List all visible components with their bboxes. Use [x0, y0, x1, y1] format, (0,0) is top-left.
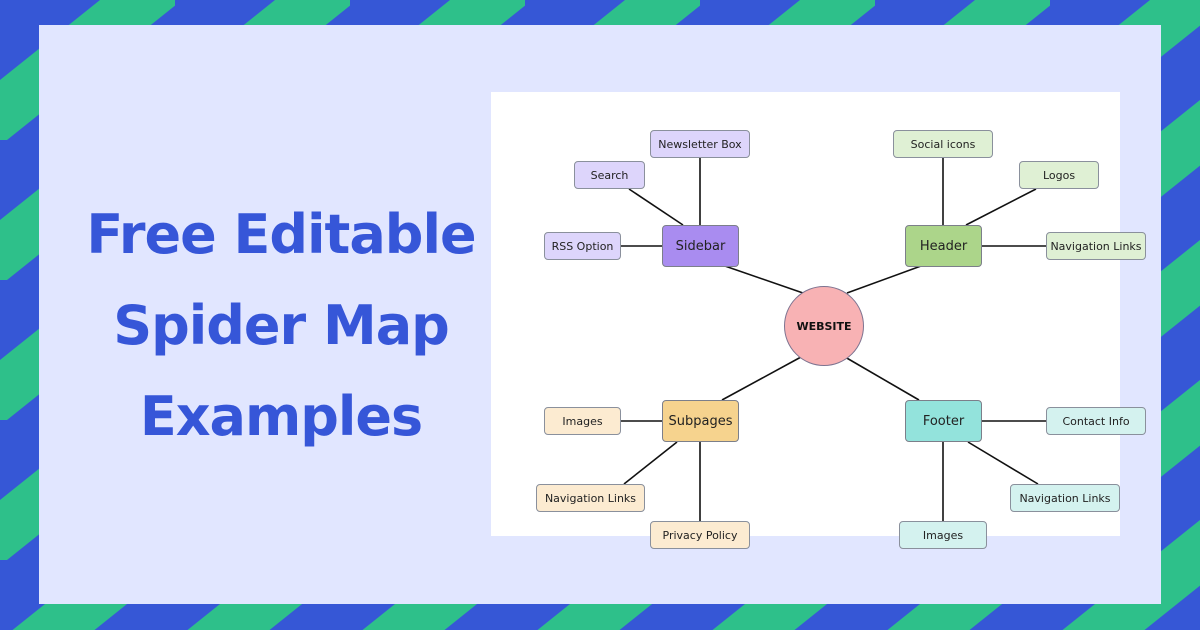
hub-label: Footer: [922, 413, 965, 429]
center-node-label: WEBSITE: [796, 319, 852, 333]
connector-subpages-navlinks: [623, 441, 678, 485]
leaf-label: Images: [922, 528, 964, 542]
hub-node-subpages[interactable]: Subpages: [662, 400, 739, 442]
connector-header-logos: [965, 188, 1037, 226]
title-line-2: Spider Map: [113, 294, 450, 357]
leaf-node-privacy-policy[interactable]: Privacy Policy: [650, 521, 750, 549]
connector-sidebar-search: [628, 188, 684, 226]
content-panel: Free Editable Spider Map Examples WEBSIT…: [39, 25, 1161, 604]
leaf-node-images[interactable]: Images: [544, 407, 621, 435]
connector-footer-navlinks: [967, 441, 1039, 485]
leaf-label: Navigation Links: [544, 491, 637, 505]
leaf-label: Privacy Policy: [662, 528, 738, 542]
leaf-node-navigation-links[interactable]: Navigation Links: [1046, 232, 1146, 260]
connector-center-sidebar: [721, 264, 804, 294]
leaf-label: RSS Option: [551, 239, 614, 253]
leaf-node-contact-info[interactable]: Contact Info: [1046, 407, 1146, 435]
hub-label: Sidebar: [675, 238, 726, 254]
leaf-node-rss-option[interactable]: RSS Option: [544, 232, 621, 260]
connector-center-subpages: [721, 356, 802, 401]
hub-node-header[interactable]: Header: [905, 225, 982, 267]
hub-node-sidebar[interactable]: Sidebar: [662, 225, 739, 267]
leaf-node-newsletter-box[interactable]: Newsletter Box: [650, 130, 750, 158]
title-line-3: Examples: [139, 385, 423, 448]
leaf-label: Contact Info: [1062, 414, 1130, 428]
leaf-label: Navigation Links: [1019, 491, 1111, 505]
leaf-label: Logos: [1042, 168, 1076, 182]
title-line-1: Free Editable: [86, 203, 476, 266]
leaf-label: Newsletter Box: [658, 137, 742, 151]
leaf-label: Images: [562, 414, 603, 428]
leaf-label: Search: [590, 168, 629, 182]
hub-label: Header: [919, 238, 968, 254]
spider-map-diagram: WEBSITE Sidebar Newsletter Box Search RS…: [491, 92, 1146, 549]
leaf-node-search[interactable]: Search: [574, 161, 645, 189]
leaf-node-navigation-links[interactable]: Navigation Links: [536, 484, 645, 512]
hub-label: Subpages: [668, 413, 733, 429]
connector-center-footer: [844, 356, 920, 401]
leaf-node-logos[interactable]: Logos: [1019, 161, 1099, 189]
leaf-node-images[interactable]: Images: [899, 521, 987, 549]
hub-node-footer[interactable]: Footer: [905, 400, 982, 442]
leaf-node-navigation-links[interactable]: Navigation Links: [1010, 484, 1120, 512]
leaf-label: Social icons: [910, 137, 976, 151]
page-title: Free Editable Spider Map Examples: [86, 189, 476, 462]
connector-center-header: [846, 265, 922, 294]
leaf-node-social-icons[interactable]: Social icons: [893, 130, 993, 158]
center-node-website[interactable]: WEBSITE: [784, 286, 864, 366]
leaf-label: Navigation Links: [1050, 239, 1142, 253]
